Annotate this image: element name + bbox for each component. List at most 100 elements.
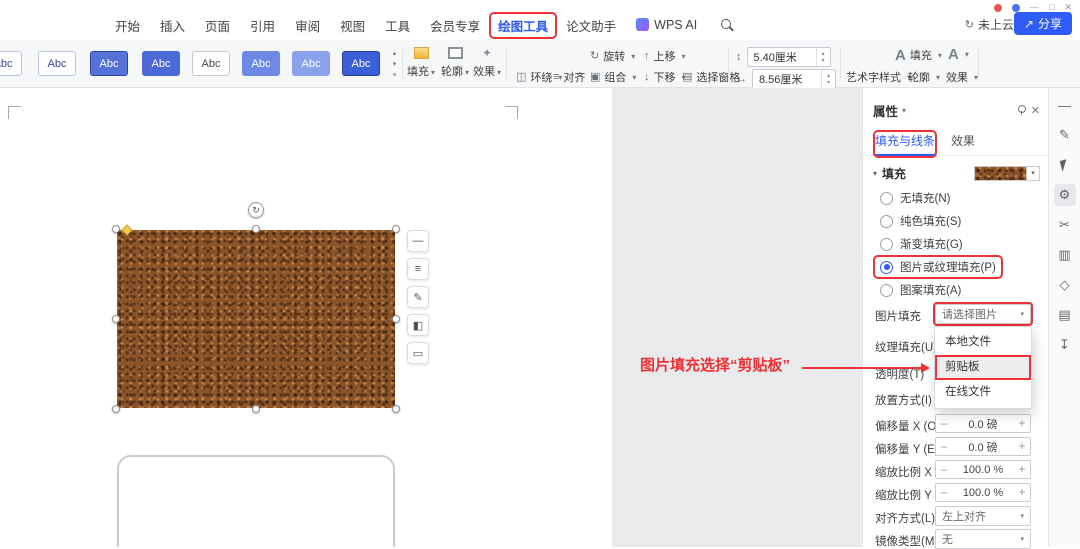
rotate-handle[interactable]: ↻ <box>248 202 264 218</box>
shape-style-preset[interactable]: Abc <box>242 51 280 76</box>
shape-style-preset[interactable]: Abc <box>192 51 230 76</box>
radio-circle[interactable] <box>880 214 893 228</box>
resize-handle[interactable] <box>112 405 120 413</box>
book-icon[interactable]: ▤ <box>1054 304 1076 326</box>
bring-forward-button[interactable]: ↑ 上移 <box>644 48 686 64</box>
collapse-toolbar-button[interactable]: — <box>407 230 429 252</box>
quick-outline-button[interactable]: ▭ <box>407 342 429 364</box>
alignment-select[interactable]: 左上对齐 ▾ <box>935 506 1031 526</box>
resize-handle[interactable] <box>112 315 120 323</box>
resize-handle[interactable] <box>392 225 400 233</box>
scale-x-value[interactable]: 100.0 % <box>952 464 1014 476</box>
shape-effects-button[interactable]: ✦ 效果 <box>470 47 504 79</box>
tab-effects[interactable]: 效果 <box>951 132 975 155</box>
radio-circle[interactable] <box>880 237 893 251</box>
shape-style-preset[interactable]: Abc <box>292 51 330 76</box>
group-button[interactable]: ▣ 组合 <box>590 69 636 85</box>
resize-handle[interactable] <box>112 225 120 233</box>
collapse-sidebar-icon[interactable]: — <box>1054 94 1076 116</box>
tab-paper-assistant[interactable]: 论文助手 <box>557 13 625 38</box>
decrement-button[interactable]: – <box>936 438 952 455</box>
gallery-down-icon[interactable]: ▾ <box>393 61 397 68</box>
shape-outline-button[interactable]: 轮廓 <box>438 47 472 79</box>
tab-wps-ai[interactable]: WPS AI <box>627 15 706 35</box>
rotate-button[interactable]: ↻ 旋转 <box>590 48 635 64</box>
texture-preview-dropdown[interactable]: ▾ <box>974 165 1040 181</box>
search-icon[interactable] <box>720 18 734 32</box>
height-input[interactable]: 5.40厘米 ▴ ▾ <box>746 47 831 67</box>
restore-icon[interactable]: □ <box>1049 3 1054 12</box>
tab-drawing-tools[interactable]: 绘图工具 <box>489 11 558 39</box>
width-spinner[interactable]: ▴ ▾ <box>821 70 835 88</box>
titlebar-blue-icon[interactable] <box>1012 3 1021 12</box>
pin-panel-icon[interactable] <box>1016 104 1027 116</box>
height-spinner[interactable]: ▴ ▾ <box>815 48 830 66</box>
offset-y-value[interactable]: 0.0 磅 <box>952 439 1014 455</box>
decrement-button[interactable]: – <box>936 461 952 478</box>
layout-options-button[interactable]: ≡ <box>407 258 429 280</box>
width-input[interactable]: 8.56厘米 ▴ ▾ <box>752 69 836 89</box>
export-icon[interactable]: ↧ <box>1054 334 1076 356</box>
tab-page[interactable]: 页面 <box>196 13 239 38</box>
tab-review[interactable]: 审阅 <box>286 13 329 38</box>
decrement-button[interactable]: – <box>936 484 952 501</box>
shape-style-preset[interactable]: Abc <box>0 51 22 76</box>
picture-fill-select[interactable]: 请选择图片 ▾ <box>933 302 1033 326</box>
selected-picture-filled-shape[interactable]: ↻ <box>112 202 400 413</box>
radio-circle-selected[interactable] <box>880 260 893 274</box>
tab-home[interactable]: 开始 <box>106 13 149 38</box>
gallery-up-icon[interactable]: ▴ <box>393 50 397 57</box>
radio-circle[interactable] <box>880 283 893 297</box>
shape-style-preset[interactable]: Abc <box>38 51 76 76</box>
wordart-letter-button[interactable]: A <box>948 47 969 62</box>
quick-fill-button[interactable]: ◧ <box>407 314 429 336</box>
edit-pen-icon[interactable]: ✎ <box>1054 124 1076 146</box>
radio-gradient-fill[interactable]: 渐变填充(G) <box>875 234 968 254</box>
resize-handle[interactable] <box>252 225 260 233</box>
scale-y-value[interactable]: 100.0 % <box>952 487 1014 499</box>
tab-tools[interactable]: 工具 <box>376 13 419 38</box>
tab-member[interactable]: 会员专享 <box>421 13 489 38</box>
titlebar-red-icon[interactable] <box>994 3 1003 12</box>
resize-handle[interactable] <box>392 405 400 413</box>
dropdown-item-clipboard[interactable]: 剪贴板 <box>935 355 1031 380</box>
radio-pattern-fill[interactable]: 图案填充(A) <box>875 280 966 300</box>
share-button[interactable]: ↗ 分享 <box>1013 12 1072 35</box>
shape-style-preset[interactable]: Abc <box>342 51 380 76</box>
decrement-button[interactable]: – <box>936 415 952 432</box>
increment-button[interactable]: + <box>1014 461 1030 478</box>
cloud-sync-status[interactable]: ↻ 未上云 <box>965 16 1014 33</box>
close-panel-icon[interactable]: ✕ <box>1031 104 1040 117</box>
select-cursor-icon[interactable] <box>1054 154 1076 176</box>
shape-style-preset[interactable]: Abc <box>142 51 180 76</box>
chart-icon[interactable]: ▥ <box>1054 244 1076 266</box>
tab-reference[interactable]: 引用 <box>241 13 284 38</box>
resize-handle[interactable] <box>252 405 260 413</box>
scissors-icon[interactable]: ✂ <box>1054 214 1076 236</box>
shapes-icon[interactable]: ◇ <box>1054 274 1076 296</box>
increment-button[interactable]: + <box>1014 484 1030 501</box>
mirror-type-select[interactable]: 无 ▾ <box>935 529 1031 549</box>
shape-fill-button[interactable]: 填充 <box>404 47 438 79</box>
dropdown-item-online-file[interactable]: 在线文件 <box>935 380 1031 405</box>
radio-no-fill[interactable]: 无填充(N) <box>875 188 955 208</box>
tab-view[interactable]: 视图 <box>331 13 374 38</box>
increment-button[interactable]: + <box>1014 415 1030 432</box>
offset-x-value[interactable]: 0.0 磅 <box>952 416 1014 432</box>
fill-section-header[interactable]: ▾ 填充 ▾ <box>873 164 1040 182</box>
wordart-effects-button[interactable]: 效果 <box>946 69 978 85</box>
edit-shape-button[interactable]: ✎ <box>407 286 429 308</box>
wordart-fill-button[interactable]: A 填充 <box>895 47 942 63</box>
rounded-rectangle-shape[interactable] <box>117 455 395 547</box>
wordart-styles-button[interactable]: 艺术字样式 <box>846 69 911 85</box>
radio-picture-or-texture-fill[interactable]: 图片或纹理填充(P) <box>873 255 1003 279</box>
radio-solid-fill[interactable]: 纯色填充(S) <box>875 211 966 231</box>
panel-title[interactable]: 属性 <box>873 101 898 120</box>
close-icon[interactable]: ✕ <box>1064 3 1072 12</box>
gallery-more-icon[interactable]: ≡ <box>392 72 396 79</box>
selection-pane-button[interactable]: ▤ 选择窗格 <box>682 69 740 85</box>
minimize-icon[interactable]: — <box>1030 3 1039 12</box>
properties-gear-icon[interactable]: ⚙ <box>1053 184 1076 206</box>
tab-fill-and-line[interactable]: 填充与线条 <box>872 130 938 158</box>
shape-style-preset[interactable]: Abc <box>90 51 128 76</box>
